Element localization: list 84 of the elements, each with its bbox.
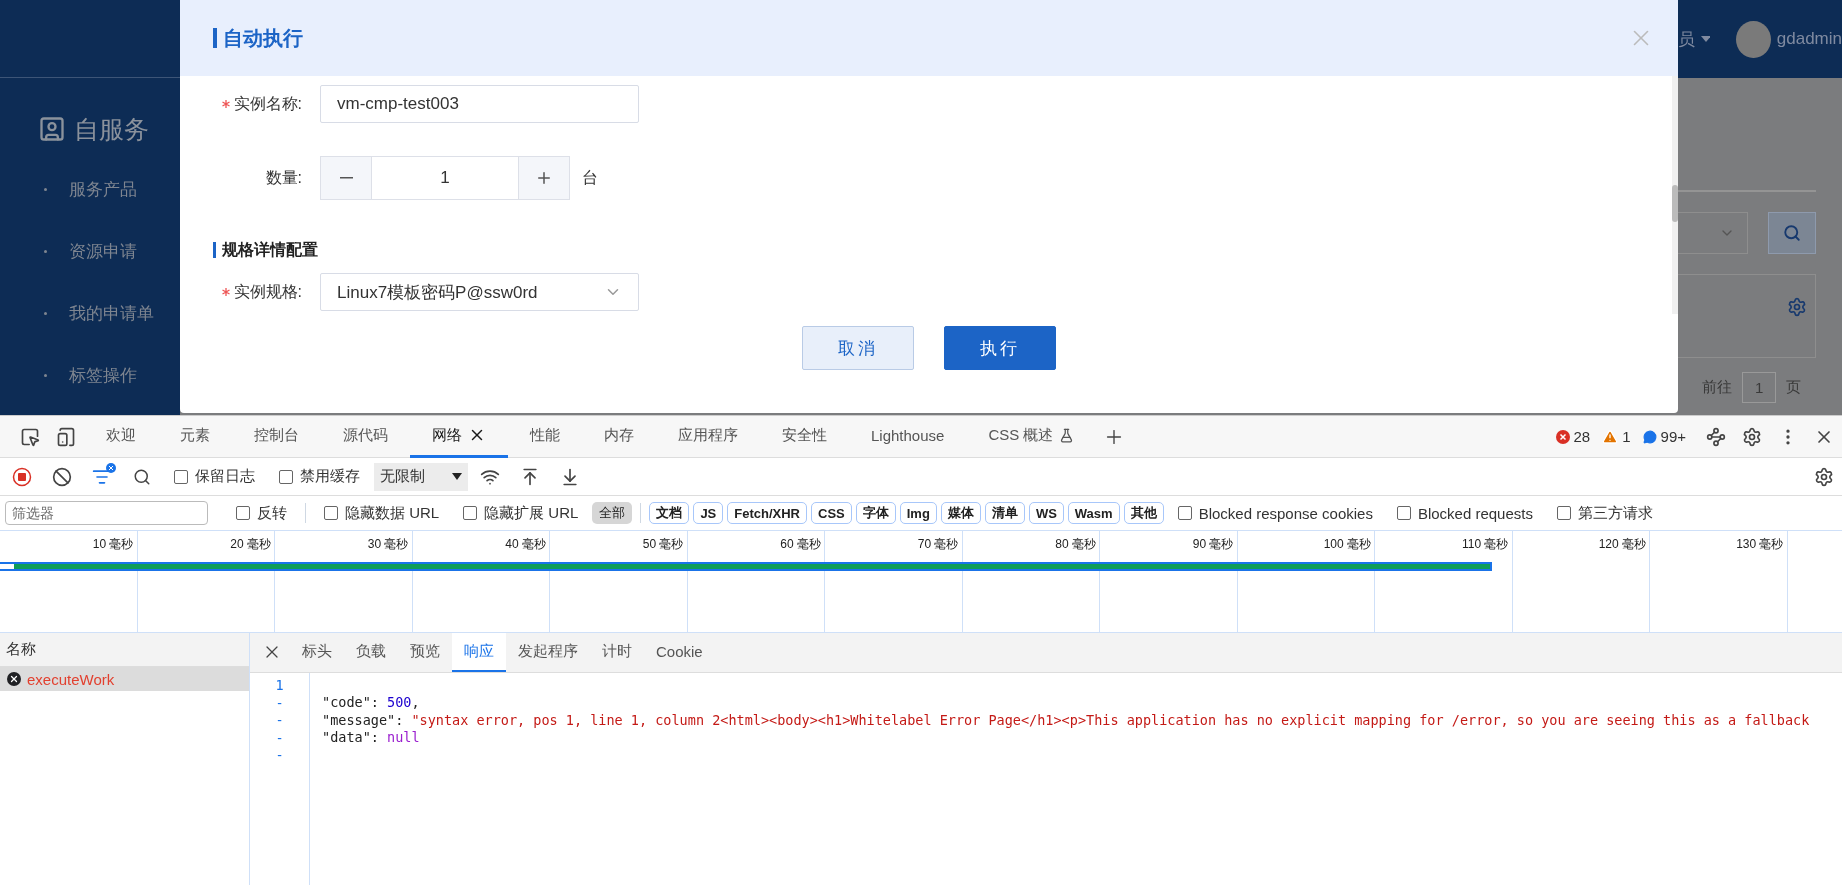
sidebar-item[interactable]: 资源申请 [69, 239, 137, 263]
type-filter-chip[interactable]: Wasm [1067, 502, 1120, 524]
code-line: "message": "syntax error, pos 1, line 1, column 2<html><body><h1>Whitelabel Error Page</h1><p>This application has no explicit mapping for /error, so you are seeing this as a fallback [322, 711, 1810, 729]
role-menu[interactable]: 员 [1678, 27, 1695, 51]
sidebar-title: 自服务 [74, 113, 149, 145]
type-filter-chip[interactable]: WS [1028, 502, 1064, 524]
detail-tab[interactable]: 标头 [290, 633, 344, 672]
panel-tab[interactable]: 控制台 [232, 415, 321, 458]
panel-tab[interactable]: 源代码 [321, 415, 410, 458]
type-filter-chip[interactable]: Img [899, 502, 937, 524]
time-tick: 40 毫秒 [505, 536, 546, 550]
panel-tab[interactable]: 应用程序 [656, 415, 760, 458]
type-filter-chip[interactable]: 清单 [984, 502, 1025, 524]
time-tick: 130 毫秒 [1736, 536, 1784, 550]
cancel-button[interactable]: 取消 [802, 326, 914, 370]
time-tick: 100 毫秒 [1323, 536, 1371, 550]
checkbox-label: Blocked requests [1417, 504, 1533, 522]
time-tick: 90 毫秒 [1192, 536, 1234, 550]
time-tick: 60 毫秒 [780, 536, 821, 550]
field-label: 实例规格: [233, 281, 302, 302]
checkbox-label: 隐藏数据 URL [345, 503, 440, 523]
panel-tab[interactable]: 安全性 [760, 415, 849, 458]
line-number: - [275, 694, 284, 712]
time-tick: 70 毫秒 [917, 536, 959, 550]
detail-tab[interactable]: 负载 [344, 633, 398, 672]
select-field[interactable]: Linux7模板密码P@ssw0rd [320, 273, 639, 311]
time-tick: 10 毫秒 [92, 536, 134, 550]
sidebar-item[interactable]: 我的申请单 [69, 301, 154, 325]
field-label: 数量: [265, 167, 302, 188]
type-filter-chip[interactable]: 全部 [592, 502, 633, 524]
filter-field[interactable]: 筛选器 [5, 501, 208, 525]
time-tick: 50 毫秒 [642, 536, 684, 550]
throttling-select[interactable]: 无限制 [374, 462, 468, 491]
panel-tab[interactable]: 网络 [410, 415, 508, 458]
panel-tab[interactable]: 内存 [582, 415, 656, 458]
detail-tab[interactable]: 发起程序 [506, 633, 590, 672]
time-tick: 80 毫秒 [1055, 536, 1096, 550]
detail-tab[interactable]: 响应 [452, 633, 506, 672]
sidebar-item[interactable]: 服务产品 [69, 177, 137, 201]
time-tick: 30 毫秒 [367, 536, 409, 550]
code-line: "code": 500, [322, 694, 421, 712]
sidebar-item[interactable]: 标签操作 [69, 363, 137, 387]
type-filter-chip[interactable]: CSS [811, 502, 852, 524]
detail-tab[interactable]: 计时 [590, 633, 644, 672]
type-filter-chip[interactable]: Fetch/XHR [727, 502, 807, 524]
line-number: - [275, 712, 284, 730]
checkbox-label: Blocked response cookies [1198, 504, 1373, 522]
dialog-title: 自动执行 [213, 28, 303, 48]
field-label: 实例名称: [233, 93, 302, 114]
warning-count[interactable]: 1 [1622, 428, 1631, 445]
user-name[interactable]: gdadmin [1776, 29, 1842, 49]
type-filter-chip[interactable]: 媒体 [940, 502, 981, 524]
line-number: - [275, 747, 284, 765]
pager-label: 页 [1786, 378, 1802, 397]
panel-tab[interactable]: 元素 [158, 415, 232, 458]
checkbox-label: 第三方请求 [1578, 503, 1653, 523]
checkbox-label: 隐藏扩展 URL [484, 503, 579, 523]
error-count[interactable]: 28 [1573, 428, 1591, 445]
checkbox-label: 保留日志 [195, 467, 255, 486]
pager-label: 前往 [1702, 378, 1732, 397]
line-number: - [275, 729, 284, 747]
checkbox-label: 禁用缓存 [300, 467, 360, 486]
unit-label: 台 [582, 167, 598, 188]
checkbox-label: 反转 [257, 503, 287, 523]
line-number: 1 [275, 677, 284, 695]
execute-button[interactable]: 执行 [944, 326, 1056, 370]
time-tick: 110 毫秒 [1462, 536, 1509, 550]
panel-tab[interactable]: 性能 [508, 415, 582, 458]
code-line: "data": null [322, 729, 421, 747]
detail-tab[interactable]: 预览 [398, 633, 452, 672]
message-count[interactable]: 99+ [1660, 428, 1686, 445]
time-tick: 120 毫秒 [1598, 536, 1646, 550]
column-header: 名称 [0, 633, 249, 667]
type-filter-chip[interactable]: 文档 [649, 502, 690, 524]
type-filter-chip[interactable]: 其他 [1123, 502, 1164, 524]
time-tick: 20 毫秒 [230, 536, 271, 550]
panel-tab[interactable]: 欢迎 [84, 415, 158, 458]
type-filter-chip[interactable]: JS [693, 502, 724, 524]
type-filter-chip[interactable]: 字体 [855, 502, 896, 524]
text-field[interactable]: vm-cmp-test003 [320, 85, 639, 123]
section-heading: 规格详情配置 [213, 242, 1678, 258]
panel-tab[interactable]: CSS 概述 [966, 415, 1097, 458]
detail-tab[interactable]: Cookie [644, 633, 715, 672]
panel-tab[interactable]: Lighthouse [849, 415, 967, 458]
